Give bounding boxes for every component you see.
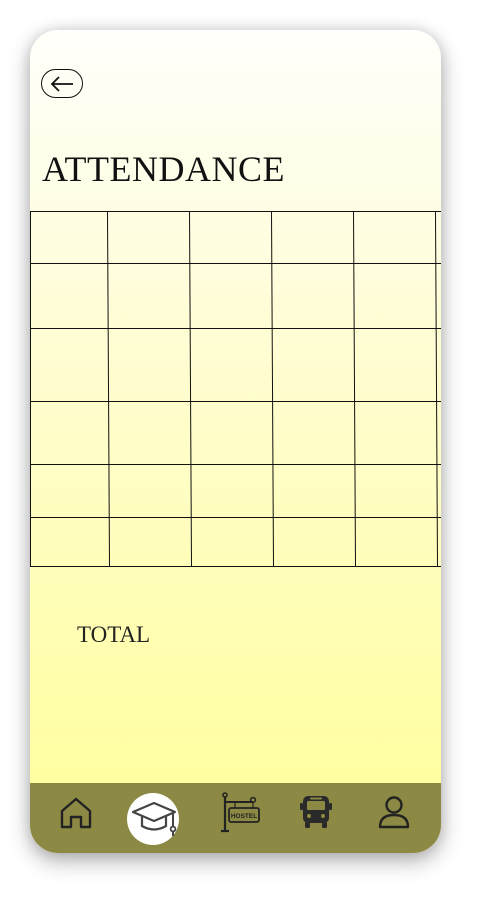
hostel-sign-icon: HOSTEL <box>221 792 260 833</box>
user-icon <box>378 796 410 829</box>
table-cell <box>108 402 189 464</box>
table-cell <box>354 329 435 401</box>
table-cell <box>31 402 107 464</box>
nav-profile[interactable] <box>364 783 424 841</box>
table-cell <box>436 465 441 517</box>
table-cell <box>436 518 441 566</box>
table-cell <box>272 264 353 328</box>
table-cell <box>354 465 435 517</box>
total-label: TOTAL <box>77 622 151 647</box>
table-cell <box>108 465 189 517</box>
table-cell <box>272 212 353 263</box>
attendance-table <box>30 211 441 567</box>
table-cell <box>31 518 107 566</box>
arrow-left-icon <box>50 75 73 92</box>
home-icon <box>60 797 92 829</box>
table-cell <box>272 329 353 401</box>
nav-home[interactable] <box>46 783 106 841</box>
hostel-sign-label: HOSTEL <box>231 813 257 820</box>
phone-screen: ATTENDANCE TOTAL HOSTEL <box>30 30 441 853</box>
table-cell <box>436 264 441 328</box>
table-cell <box>190 212 271 263</box>
table-cell <box>190 402 271 464</box>
table-cell <box>108 264 189 328</box>
table-cell <box>31 329 107 401</box>
graduation-cap-icon <box>131 801 177 836</box>
table-cell <box>354 402 435 464</box>
table-cell <box>190 518 271 566</box>
table-cell <box>272 402 353 464</box>
table-cell <box>354 264 435 328</box>
table-cell <box>190 264 271 328</box>
table-cell <box>108 212 189 263</box>
nav-academics[interactable] <box>124 783 184 845</box>
table-cell <box>272 465 353 517</box>
back-button[interactable] <box>41 69 83 98</box>
table-cell <box>354 212 435 263</box>
table-cell <box>190 465 271 517</box>
table-cell <box>272 518 353 566</box>
bus-icon <box>300 796 332 828</box>
table-cell <box>436 329 441 401</box>
table-cell <box>108 518 189 566</box>
table-cell <box>31 264 107 328</box>
bottom-nav: HOSTEL <box>30 783 441 853</box>
table-cell <box>31 465 107 517</box>
table-cell <box>436 402 441 464</box>
table-cell <box>436 212 441 263</box>
nav-hostel[interactable]: HOSTEL <box>208 783 268 841</box>
table-cell <box>190 329 271 401</box>
table-cell <box>354 518 435 566</box>
page-title: ATTENDANCE <box>42 149 285 189</box>
table-cell <box>108 329 189 401</box>
nav-transport[interactable] <box>286 783 346 841</box>
table-cell <box>31 212 107 263</box>
